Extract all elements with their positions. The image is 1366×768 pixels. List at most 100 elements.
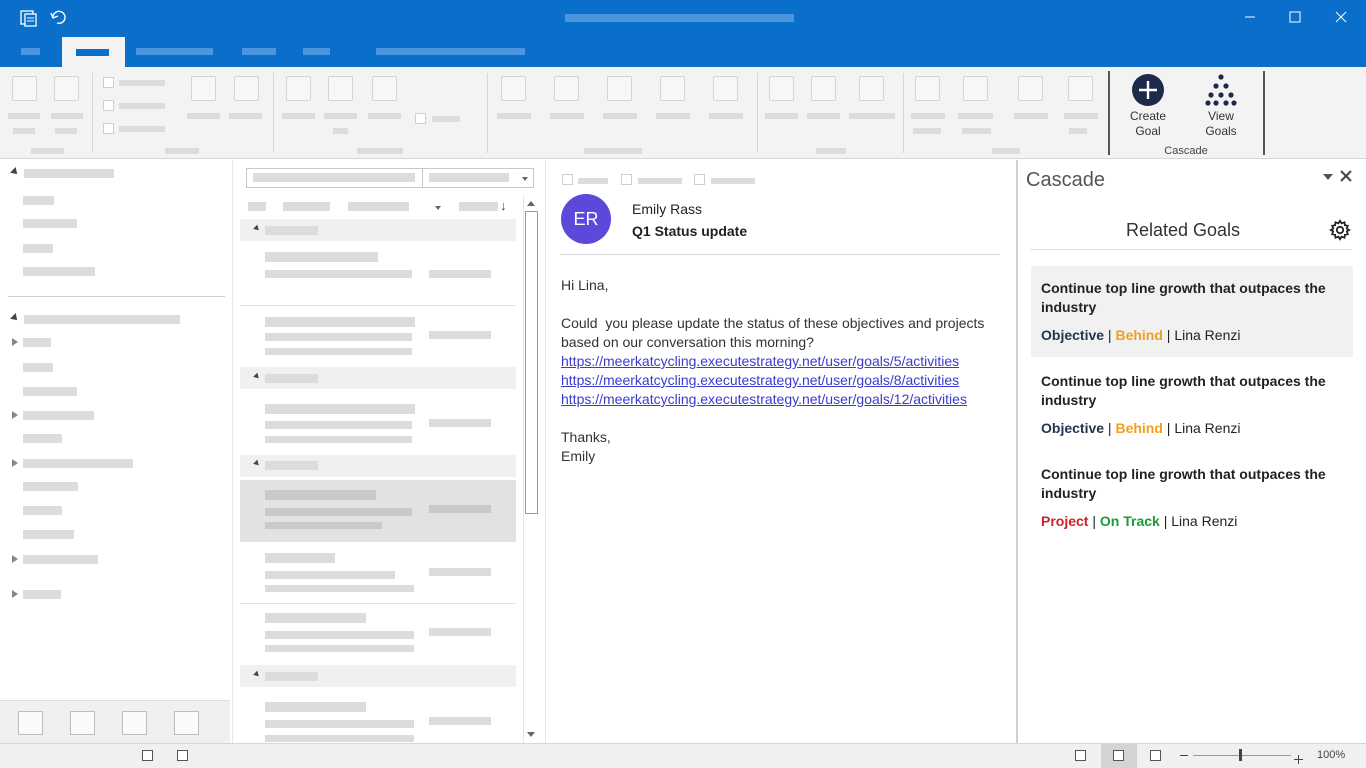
goal-title[interactable]: Continue top line growth that outpaces t… xyxy=(1041,372,1341,410)
folder-item[interactable] xyxy=(23,555,98,564)
nav-mail-button[interactable] xyxy=(18,711,43,735)
email-link[interactable]: https://meerkatcycling.executestrategy.n… xyxy=(561,352,959,371)
scroll-down-icon[interactable] xyxy=(527,732,535,737)
zoom-slider-thumb[interactable] xyxy=(1239,749,1242,761)
ribbon-onenote-button[interactable] xyxy=(859,76,884,101)
email-link[interactable]: https://meerkatcycling.executestrategy.n… xyxy=(561,371,959,390)
list-item[interactable] xyxy=(265,613,366,623)
collapse-arrow-icon[interactable] xyxy=(12,555,18,563)
status-item[interactable] xyxy=(142,750,153,761)
ribbon-quickstep-3[interactable] xyxy=(607,76,632,101)
collapse-arrow-icon[interactable] xyxy=(12,590,18,598)
maximize-button[interactable] xyxy=(1272,0,1318,34)
undo-icon[interactable] xyxy=(49,8,69,28)
goal-card[interactable]: Continue top line growth that outpaces t… xyxy=(1031,452,1353,543)
ribbon-new-items-button[interactable] xyxy=(54,76,79,101)
zoom-in-icon[interactable] xyxy=(1294,751,1303,764)
ribbon-quickstep-4[interactable] xyxy=(660,76,685,101)
sender-name[interactable]: Emily Rass xyxy=(632,201,702,217)
folder-item[interactable] xyxy=(23,506,62,515)
folder-favorites[interactable] xyxy=(24,169,114,178)
create-goal-button[interactable]: Create Goal xyxy=(1120,73,1176,139)
close-window-button[interactable] xyxy=(1318,0,1364,34)
ribbon-forward-button[interactable] xyxy=(372,76,397,101)
view-goals-button[interactable]: View Goals xyxy=(1193,73,1249,139)
tab-file[interactable] xyxy=(21,48,40,55)
folder-item[interactable] xyxy=(23,219,77,228)
ribbon-more-checkbox[interactable] xyxy=(415,113,426,124)
folder-item[interactable] xyxy=(23,590,61,599)
collapse-arrow-icon[interactable] xyxy=(12,411,18,419)
folder-account[interactable] xyxy=(24,315,180,324)
chevron-down-icon[interactable] xyxy=(435,206,441,210)
ribbon-archive-button[interactable] xyxy=(234,76,259,101)
tab-tell-me[interactable] xyxy=(376,48,525,55)
settings-button[interactable] xyxy=(1329,219,1351,241)
folder-item[interactable] xyxy=(23,267,95,276)
filter-unread[interactable] xyxy=(283,202,330,211)
ribbon-rules-button[interactable] xyxy=(811,76,836,101)
tab-view[interactable] xyxy=(303,48,330,55)
zoom-slider[interactable] xyxy=(1193,755,1291,756)
close-pane-button[interactable] xyxy=(1339,169,1353,183)
folder-item[interactable] xyxy=(23,387,77,396)
list-item[interactable] xyxy=(265,553,335,563)
ribbon-quickstep-2[interactable] xyxy=(554,76,579,101)
normal-view-button[interactable] xyxy=(1075,750,1086,761)
chevron-down-icon[interactable] xyxy=(522,177,528,181)
goal-card[interactable]: Continue top line growth that outpaces t… xyxy=(1031,359,1353,450)
collapse-arrow-icon[interactable] xyxy=(12,338,18,346)
list-item[interactable] xyxy=(265,252,378,262)
minimize-button[interactable] xyxy=(1227,0,1273,34)
goal-title[interactable]: Continue top line growth that outpaces t… xyxy=(1041,279,1341,317)
ribbon-categorize-button[interactable] xyxy=(963,76,988,101)
goal-card[interactable]: Continue top line growth that outpaces t… xyxy=(1031,266,1353,357)
reply-checkbox[interactable] xyxy=(562,174,573,185)
collapse-arrow-icon[interactable] xyxy=(12,459,18,467)
forward-checkbox[interactable] xyxy=(694,174,705,185)
folder-item[interactable] xyxy=(23,411,94,420)
scroll-thumb[interactable] xyxy=(525,211,538,514)
sort-arrow-icon[interactable]: ↓ xyxy=(500,198,507,213)
nav-tasks-button[interactable] xyxy=(174,711,199,735)
sort-by[interactable] xyxy=(348,202,409,211)
filter-all[interactable] xyxy=(248,202,266,211)
ribbon-unread-button[interactable] xyxy=(915,76,940,101)
folder-item[interactable] xyxy=(23,338,51,347)
send-receive-icon[interactable] xyxy=(19,8,39,28)
scroll-up-icon[interactable] xyxy=(527,201,535,206)
nav-people-button[interactable] xyxy=(122,711,147,735)
nav-calendar-button[interactable] xyxy=(70,711,95,735)
tab-send-receive[interactable] xyxy=(136,48,213,55)
ribbon-quickstep-1[interactable] xyxy=(501,76,526,101)
ribbon-reply-button[interactable] xyxy=(286,76,311,101)
ribbon-junk-checkbox[interactable] xyxy=(103,123,114,134)
folder-item[interactable] xyxy=(23,459,133,468)
avatar[interactable]: ER xyxy=(561,194,611,244)
zoom-level[interactable]: 100% xyxy=(1317,749,1345,761)
status-item[interactable] xyxy=(177,750,188,761)
ribbon-followup-button[interactable] xyxy=(1018,76,1043,101)
goal-title[interactable]: Continue top line growth that outpaces t… xyxy=(1041,465,1341,503)
pane-options-chevron-icon[interactable] xyxy=(1323,174,1333,180)
reply-all-checkbox[interactable] xyxy=(621,174,632,185)
tab-folder[interactable] xyxy=(242,48,276,55)
folder-item[interactable] xyxy=(23,482,78,491)
folder-item[interactable] xyxy=(23,244,53,253)
ribbon-filter-button[interactable] xyxy=(1068,76,1093,101)
folder-item[interactable] xyxy=(23,530,74,539)
zoom-out-icon[interactable] xyxy=(1180,755,1188,756)
ribbon-move-button[interactable] xyxy=(769,76,794,101)
ribbon-ignore-checkbox[interactable] xyxy=(103,77,114,88)
search-scope-dropdown[interactable] xyxy=(429,173,509,182)
email-link[interactable]: https://meerkatcycling.executestrategy.n… xyxy=(561,390,967,409)
compact-view-button[interactable] xyxy=(1150,750,1161,761)
folder-item[interactable] xyxy=(23,363,53,372)
ribbon-delete-button[interactable] xyxy=(191,76,216,101)
folder-item[interactable] xyxy=(23,196,54,205)
tab-home[interactable] xyxy=(62,37,125,67)
ribbon-quickstep-5[interactable] xyxy=(713,76,738,101)
ribbon-reply-all-button[interactable] xyxy=(328,76,353,101)
folder-item[interactable] xyxy=(23,434,62,443)
sort-order[interactable] xyxy=(459,202,498,211)
